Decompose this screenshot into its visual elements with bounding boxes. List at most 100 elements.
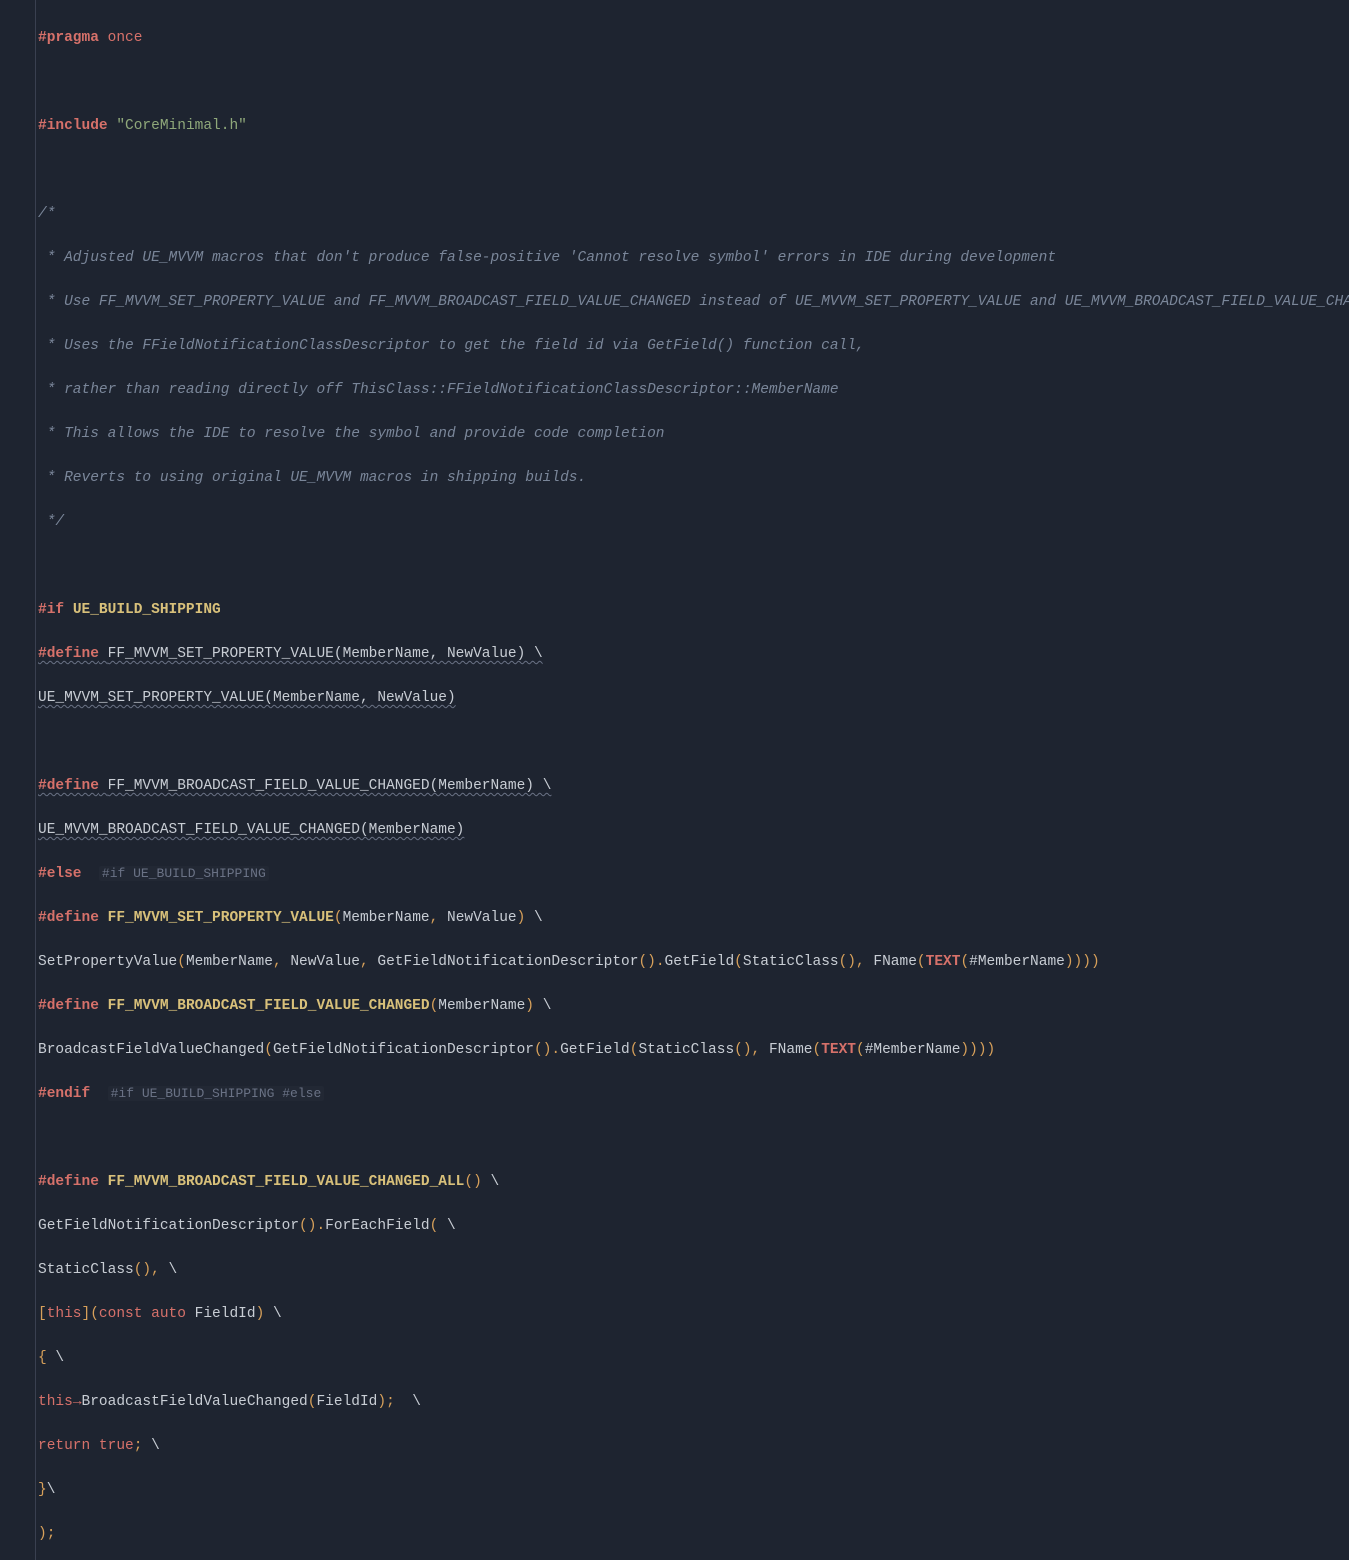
line-continuation: \ [482,1174,499,1190]
code-line [38,1127,1349,1149]
code-line: #define FF_MVVM_BROADCAST_FIELD_VALUE_CH… [38,995,1349,1017]
macro-body: UE_MVVM_SET_PROPERTY_VALUE(MemberName, N… [38,690,456,706]
fn-call: FName [873,954,917,970]
code-line: /* [38,203,1349,225]
code-line: }\ [38,1479,1349,1501]
code-line: GetFieldNotificationDescriptor().ForEach… [38,1215,1349,1237]
code-line: this→BroadcastFieldValueChanged(FieldId)… [38,1391,1349,1413]
macro-def: FF_MVVM_SET_PROPERTY_VALUE(MemberName, N… [108,646,543,662]
stringize: #MemberName [969,954,1065,970]
keyword-once: once [108,30,143,46]
fn-call: ForEachField [325,1218,429,1234]
preproc-define: #define [38,778,99,794]
text-macro: TEXT [926,954,961,970]
keyword-this: this [47,1306,82,1322]
line-gutter [0,0,36,1560]
line-continuation: \ [264,1306,281,1322]
code-editor[interactable]: #pragma once #include "CoreMinimal.h" /*… [0,0,1349,1560]
code-line [38,555,1349,577]
line-continuation: \ [142,1438,159,1454]
fn-call: BroadcastFieldValueChanged [82,1394,308,1410]
code-line: #define FF_MVVM_SET_PROPERTY_VALUE(Membe… [38,907,1349,929]
code-line: * Adjusted UE_MVVM macros that don't pro… [38,247,1349,269]
code-line: StaticClass(), \ [38,1259,1349,1281]
preproc-if: #if [38,602,64,618]
code-line: UE_MVVM_SET_PROPERTY_VALUE(MemberName, N… [38,687,1349,709]
code-line: ); [38,1523,1349,1545]
code-line: #define FF_MVVM_BROADCAST_FIELD_VALUE_CH… [38,1171,1349,1193]
arg: NewValue [290,954,360,970]
inline-hint: #if UE_BUILD_SHIPPING [99,866,269,881]
line-continuation: \ [47,1350,64,1366]
preproc-define: #define [38,998,99,1014]
fn-call: GetField [560,1042,630,1058]
comment: * Use FF_MVVM_SET_PROPERTY_VALUE and FF_… [38,294,1349,310]
fn-call: GetFieldNotificationDescriptor [38,1218,299,1234]
code-line: BroadcastFieldValueChanged(GetFieldNotif… [38,1039,1349,1061]
preproc-endif: #endif [38,1086,90,1102]
keyword-auto: auto [151,1306,186,1322]
arrow-op: → [73,1394,82,1410]
comment: /* [38,206,55,222]
preproc-define: #define [38,646,99,662]
fn-call: BroadcastFieldValueChanged [38,1042,264,1058]
fn-call: SetPropertyValue [38,954,177,970]
code-line: #else #if UE_BUILD_SHIPPING [38,863,1349,885]
comment: */ [38,514,64,530]
code-line: * rather than reading directly off ThisC… [38,379,1349,401]
line-continuation: \ [438,1218,455,1234]
fn-call: StaticClass [38,1262,134,1278]
line-continuation: \ [160,1262,177,1278]
keyword-true: true [99,1438,134,1454]
arg: FieldId [316,1394,377,1410]
code-line: * This allows the IDE to resolve the sym… [38,423,1349,445]
text-macro: TEXT [821,1042,856,1058]
macro-name: FF_MVVM_BROADCAST_FIELD_VALUE_CHANGED_AL… [108,1174,465,1190]
preproc-include: #include [38,118,108,134]
code-line [38,731,1349,753]
preproc-define: #define [38,910,99,926]
keyword-return: return [38,1438,90,1454]
fn-call: GetFieldNotificationDescriptor [273,1042,534,1058]
line-continuation: \ [525,910,542,926]
macro-name: FF_MVVM_BROADCAST_FIELD_VALUE_CHANGED [108,998,430,1014]
fn-call: FName [769,1042,813,1058]
fn-call: StaticClass [638,1042,734,1058]
code-line: SetPropertyValue(MemberName, NewValue, G… [38,951,1349,973]
code-area[interactable]: #pragma once #include "CoreMinimal.h" /*… [36,0,1349,1560]
preproc-define: #define [38,1174,99,1190]
comment: * Reverts to using original UE_MVVM macr… [38,470,586,486]
code-line: #if UE_BUILD_SHIPPING [38,599,1349,621]
param: MemberName [343,910,430,926]
line-continuation: \ [404,1394,421,1410]
keyword-const: const [99,1306,143,1322]
line-continuation: \ [534,998,551,1014]
code-line: * Reverts to using original UE_MVVM macr… [38,467,1349,489]
code-line [38,159,1349,181]
inline-hint: #if UE_BUILD_SHIPPING #else [108,1086,325,1101]
macro-ue-build-shipping: UE_BUILD_SHIPPING [73,602,221,618]
macro-def: FF_MVVM_BROADCAST_FIELD_VALUE_CHANGED(Me… [108,778,552,794]
code-line: * Use FF_MVVM_SET_PROPERTY_VALUE and FF_… [38,291,1349,313]
code-line: #define FF_MVVM_SET_PROPERTY_VALUE(Membe… [38,643,1349,665]
fn-call: GetFieldNotificationDescriptor [377,954,638,970]
code-line: */ [38,511,1349,533]
param: MemberName [438,998,525,1014]
preproc-else: #else [38,866,82,882]
macro-name: FF_MVVM_SET_PROPERTY_VALUE [108,910,334,926]
code-line: * Uses the FFieldNotificationClassDescri… [38,335,1349,357]
code-line: #define FF_MVVM_BROADCAST_FIELD_VALUE_CH… [38,775,1349,797]
fn-call: GetField [665,954,735,970]
keyword-this: this [38,1394,73,1410]
code-line: #endif #if UE_BUILD_SHIPPING #else [38,1083,1349,1105]
include-header: "CoreMinimal.h" [116,118,247,134]
macro-body: UE_MVVM_BROADCAST_FIELD_VALUE_CHANGED(Me… [38,822,464,838]
fn-call: StaticClass [743,954,839,970]
stringize: #MemberName [865,1042,961,1058]
arg: MemberName [186,954,273,970]
code-line: { \ [38,1347,1349,1369]
comment: * Uses the FFieldNotificationClassDescri… [38,338,865,354]
preproc-pragma: #pragma [38,30,99,46]
comment: * Adjusted UE_MVVM macros that don't pro… [38,250,1056,266]
code-line: return true; \ [38,1435,1349,1457]
